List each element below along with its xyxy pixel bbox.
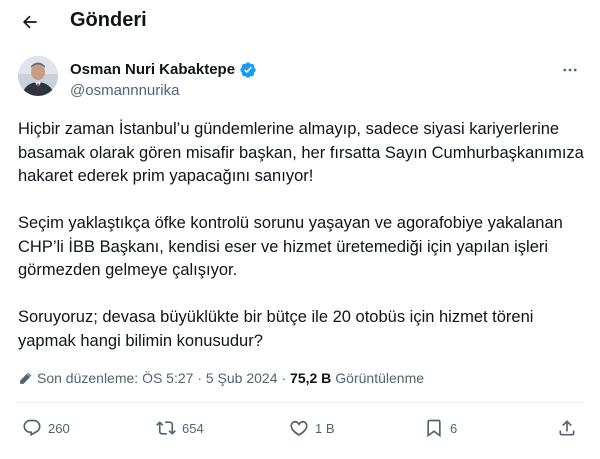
top-bar: Gönderi <box>0 0 600 44</box>
like-button[interactable]: 1 B <box>289 418 335 438</box>
post-paragraph: Hiçbir zaman İstanbul’u gündemlerine alm… <box>18 120 584 185</box>
post-paragraph: Soruyoruz; devasa büyüklükte bir bütçe i… <box>18 308 534 350</box>
avatar[interactable] <box>18 56 58 96</box>
back-button[interactable] <box>16 8 44 36</box>
verified-badge-icon <box>239 61 257 79</box>
post-meta: Son düzenleme: ÖS 5:27 · 5 Şub 2024 · 75… <box>18 370 424 386</box>
like-count: 1 B <box>315 420 335 436</box>
arrow-left-icon <box>22 15 37 29</box>
author-name[interactable]: Osman Nuri Kabaktepe <box>70 61 235 79</box>
bookmark-count: 6 <box>450 420 458 436</box>
page-title: Gönderi <box>70 9 147 31</box>
author-name-row: Osman Nuri Kabaktepe <box>70 61 257 79</box>
action-bar: 260 654 1 B 6 <box>0 418 600 442</box>
repost-count: 654 <box>182 420 204 436</box>
bookmark-icon <box>427 419 441 438</box>
share-button[interactable] <box>557 418 577 438</box>
post-author: Osman Nuri Kabaktepe @osmannnurika <box>18 56 584 104</box>
avatar-image <box>18 56 58 96</box>
reply-button[interactable]: 260 <box>22 418 70 438</box>
more-horizontal-icon <box>563 68 577 72</box>
divider <box>16 402 584 403</box>
more-options-button[interactable] <box>558 60 582 80</box>
repost-icon <box>156 421 176 435</box>
bookmark-button[interactable]: 6 <box>424 418 457 438</box>
share-icon <box>559 420 575 436</box>
edited-timestamp[interactable]: Son düzenleme: ÖS 5:27 · 5 Şub 2024 · <box>37 370 286 386</box>
reply-count: 260 <box>48 420 70 436</box>
views-label: Görüntülenme <box>335 370 425 386</box>
reply-icon <box>23 419 41 437</box>
heart-icon <box>290 420 308 436</box>
pencil-icon[interactable] <box>18 371 33 386</box>
views-count: 75,2 B <box>290 370 332 386</box>
author-handle[interactable]: @osmannnurika <box>70 82 179 100</box>
post-paragraph: Seçim yaklaştıkça öfke kontrolü sorunu y… <box>18 214 563 279</box>
repost-button[interactable]: 654 <box>156 418 204 438</box>
post-text: Hiçbir zaman İstanbul’u gündemlerine alm… <box>18 118 588 377</box>
